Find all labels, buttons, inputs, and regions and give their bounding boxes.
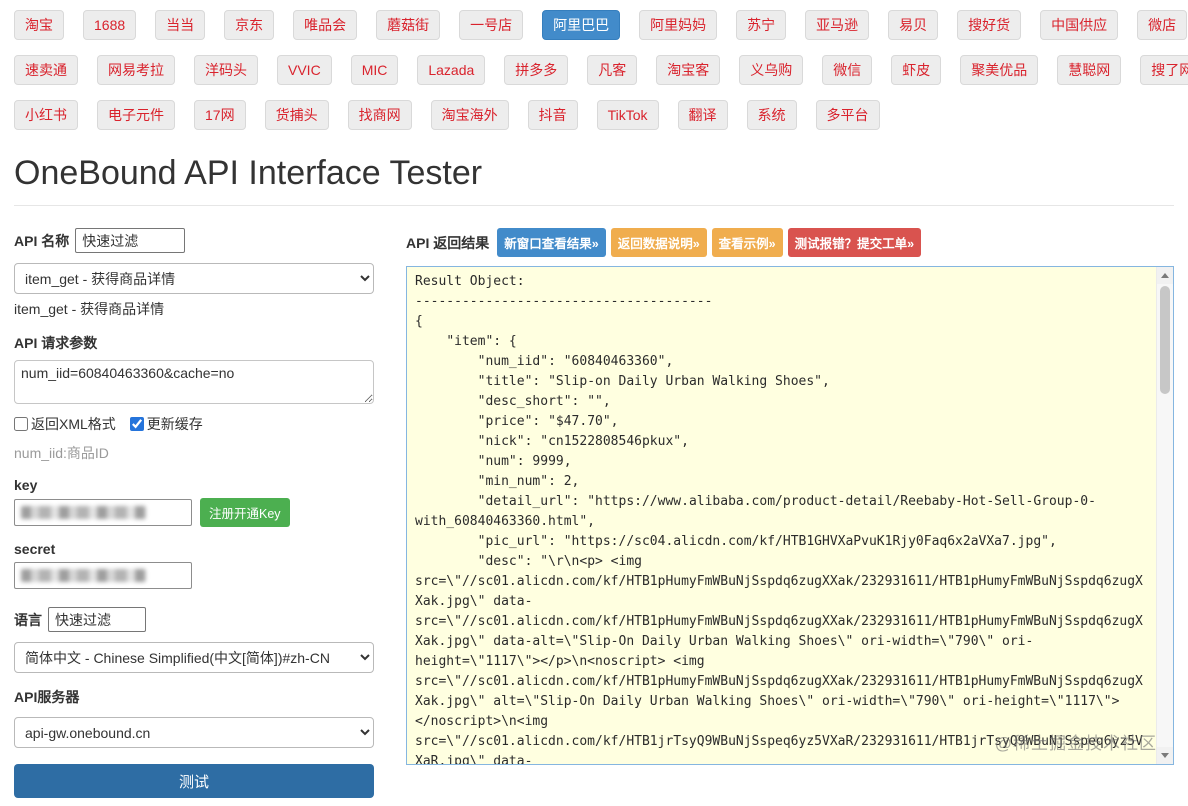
server-select[interactable]: api-gw.onebound.cn bbox=[14, 717, 374, 748]
result-text: Result Object: -------------------------… bbox=[415, 274, 1143, 765]
platform-button[interactable]: 亚马逊 bbox=[805, 10, 870, 40]
platform-button[interactable]: 抖音 bbox=[527, 100, 578, 130]
response-panel: API 返回结果 新窗口查看结果» 返回数据说明» 查看示例» 测试报错？提交工… bbox=[406, 228, 1174, 765]
platform-button[interactable]: 慧聪网 bbox=[1057, 55, 1122, 85]
api-select-caption: item_get - 获得商品详情 bbox=[14, 301, 165, 317]
platform-button[interactable]: 唯品会 bbox=[293, 10, 358, 40]
api-name-filter-input[interactable] bbox=[75, 228, 186, 253]
language-select[interactable]: 简体中文 - Chinese Simplified(中文[简体])#zh-CN bbox=[14, 642, 374, 673]
platform-button[interactable]: 阿里妈妈 bbox=[639, 10, 718, 40]
platform-nav: 淘宝 1688 当当 京东 唯品会 蘑菇街 一号店 阿里巴巴 阿里妈妈 苏宁 亚… bbox=[0, 0, 1188, 130]
platform-button[interactable]: 聚美优品 bbox=[960, 55, 1039, 85]
page: 淘宝 1688 当当 京东 唯品会 蘑菇街 一号店 阿里巴巴 阿里妈妈 苏宁 亚… bbox=[0, 0, 1188, 806]
platform-button[interactable]: MIC bbox=[350, 55, 399, 85]
platform-button[interactable]: 找商网 bbox=[347, 100, 412, 130]
platform-button[interactable]: 当当 bbox=[155, 10, 206, 40]
result-output[interactable]: Result Object: -------------------------… bbox=[406, 266, 1174, 765]
platform-button[interactable]: TikTok bbox=[596, 100, 659, 130]
data-docs-button[interactable]: 返回数据说明» bbox=[610, 228, 707, 257]
param-hint: num_iid:商品ID bbox=[14, 445, 109, 461]
language-row: 语言 bbox=[14, 607, 374, 632]
platform-button[interactable]: 多平台 bbox=[815, 100, 880, 130]
api-select[interactable]: item_get - 获得商品详情 bbox=[14, 263, 374, 294]
report-error-button[interactable]: 测试报错？提交工单» bbox=[787, 228, 922, 257]
platform-row-1: 淘宝 1688 当当 京东 唯品会 蘑菇街 一号店 阿里巴巴 阿里妈妈 苏宁 亚… bbox=[14, 10, 1188, 40]
xml-checkbox[interactable] bbox=[14, 417, 28, 431]
options-row: 返回XML格式 更新缓存 bbox=[14, 414, 374, 434]
key-input[interactable] bbox=[14, 499, 192, 526]
platform-button[interactable]: 1688 bbox=[83, 10, 137, 40]
platform-button[interactable]: 速卖通 bbox=[14, 55, 78, 85]
result-header: API 返回结果 新窗口查看结果» 返回数据说明» 查看示例» 测试报错？提交工… bbox=[406, 228, 1174, 257]
scroll-down-arrow-icon[interactable] bbox=[1157, 747, 1173, 764]
xml-checkbox-text: 返回XML格式 bbox=[31, 416, 116, 432]
masked-key-value bbox=[21, 506, 146, 519]
masked-secret-value bbox=[21, 569, 146, 582]
platform-button[interactable]: 17网 bbox=[194, 100, 246, 130]
cache-checkbox-text: 更新缓存 bbox=[146, 416, 203, 432]
platform-button[interactable]: 京东 bbox=[224, 10, 275, 40]
register-key-button[interactable]: 注册开通Key bbox=[200, 498, 290, 527]
params-label: API 请求参数 bbox=[14, 335, 98, 351]
platform-button[interactable]: 搜好货 bbox=[957, 10, 1022, 40]
platform-button[interactable]: 微店 bbox=[1137, 10, 1188, 40]
cache-checkbox[interactable] bbox=[129, 417, 144, 431]
platform-button[interactable]: 翻译 bbox=[677, 100, 728, 130]
platform-button[interactable]: VVIC bbox=[277, 55, 332, 85]
xml-checkbox-label[interactable]: 返回XML格式 bbox=[14, 414, 116, 434]
key-label: key bbox=[14, 477, 38, 493]
view-example-button[interactable]: 查看示例» bbox=[711, 228, 783, 257]
platform-button[interactable]: 拼多多 bbox=[504, 55, 569, 85]
platform-button[interactable]: 小红书 bbox=[14, 100, 78, 130]
platform-button[interactable]: 淘宝客 bbox=[656, 55, 721, 85]
platform-button[interactable]: 一号店 bbox=[459, 10, 524, 40]
result-scrollbar[interactable] bbox=[1156, 267, 1173, 764]
platform-button[interactable]: 中国供应 bbox=[1040, 10, 1119, 40]
header: OneBound API Interface Tester bbox=[14, 154, 1174, 206]
open-result-new-window-button[interactable]: 新窗口查看结果» bbox=[497, 228, 606, 257]
cache-checkbox-label[interactable]: 更新缓存 bbox=[129, 414, 203, 434]
page-title: OneBound API Interface Tester bbox=[14, 154, 483, 192]
platform-button[interactable]: 义乌购 bbox=[739, 55, 804, 85]
scroll-thumb[interactable] bbox=[1160, 286, 1170, 394]
api-name-label: API 名称 bbox=[14, 232, 70, 249]
platform-button[interactable]: 微信 bbox=[822, 55, 873, 85]
secret-input[interactable] bbox=[14, 562, 192, 589]
request-panel: API 名称 item_get - 获得商品详情 item_get - 获得商品… bbox=[14, 228, 374, 798]
platform-button[interactable]: 淘宝海外 bbox=[430, 100, 509, 130]
secret-label: secret bbox=[14, 541, 56, 557]
platform-button[interactable]: 搜了网 bbox=[1140, 55, 1188, 85]
platform-button[interactable]: Lazada bbox=[417, 55, 486, 85]
platform-button[interactable]: 虾皮 bbox=[891, 55, 942, 85]
platform-button[interactable]: 阿里巴巴 bbox=[542, 10, 621, 40]
key-row: 注册开通Key bbox=[14, 498, 374, 527]
params-textarea[interactable]: num_iid=60840463360&cache=no bbox=[14, 360, 374, 404]
server-label: API服务器 bbox=[14, 689, 80, 705]
main: API 名称 item_get - 获得商品详情 item_get - 获得商品… bbox=[0, 206, 1188, 806]
api-name-row: API 名称 bbox=[14, 228, 374, 253]
platform-button[interactable]: 洋码头 bbox=[194, 55, 258, 85]
result-label: API 返回结果 bbox=[406, 234, 490, 251]
platform-button[interactable]: 易贝 bbox=[888, 10, 939, 40]
platform-button[interactable]: 淘宝 bbox=[14, 10, 64, 40]
platform-button[interactable]: 货捕头 bbox=[264, 100, 329, 130]
platform-button[interactable]: 网易考拉 bbox=[97, 55, 175, 85]
language-filter-input[interactable] bbox=[48, 607, 146, 632]
language-label: 语言 bbox=[14, 611, 42, 628]
platform-button[interactable]: 苏宁 bbox=[736, 10, 787, 40]
platform-button[interactable]: 电子元件 bbox=[97, 100, 175, 130]
test-button[interactable]: 测试 bbox=[14, 764, 374, 798]
scroll-up-arrow-icon[interactable] bbox=[1157, 267, 1173, 284]
platform-row-2: 速卖通 网易考拉 洋码头 VVIC MIC Lazada 拼多多 凡客 淘宝客 … bbox=[14, 55, 1188, 85]
platform-row-3: 小红书 电子元件 17网 货捕头 找商网 淘宝海外 抖音 TikTok 翻译 系… bbox=[14, 100, 1174, 130]
platform-button[interactable]: 系统 bbox=[746, 100, 797, 130]
platform-button[interactable]: 蘑菇街 bbox=[376, 10, 441, 40]
platform-button[interactable]: 凡客 bbox=[587, 55, 638, 85]
